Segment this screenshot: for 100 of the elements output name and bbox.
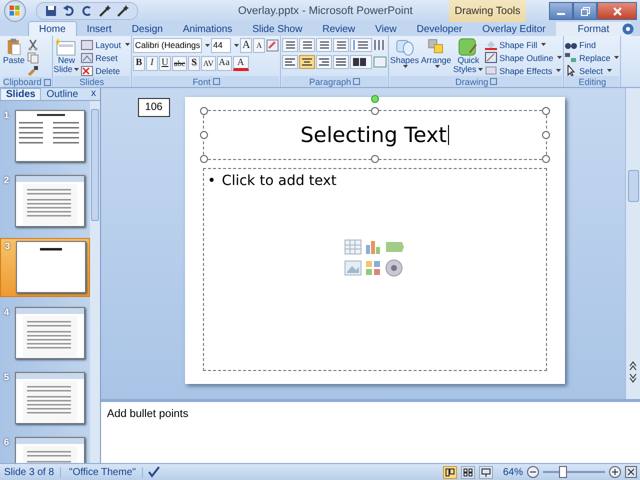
grow-font-button[interactable]: A — [240, 38, 252, 53]
caret-icon[interactable] — [541, 43, 546, 46]
cut-icon[interactable] — [26, 39, 39, 51]
font-style-button[interactable]: abc — [172, 56, 188, 71]
font-name-field[interactable]: Calibri (Headings — [132, 38, 202, 53]
slide-thumbnail[interactable] — [16, 241, 86, 293]
shape-fill-button[interactable]: Shape Fill — [485, 39, 562, 50]
resize-handle[interactable] — [542, 131, 550, 139]
caret-icon[interactable] — [556, 69, 562, 72]
resize-handle[interactable] — [200, 155, 208, 163]
slider-thumb[interactable] — [558, 466, 567, 478]
caret-icon[interactable] — [557, 56, 562, 59]
undo-icon[interactable] — [63, 5, 75, 17]
ribbon-tab[interactable]: View — [365, 22, 407, 36]
scrollbar-thumb[interactable] — [91, 109, 99, 221]
delete-button[interactable]: Delete — [81, 65, 130, 76]
ribbon-tab[interactable]: Home — [28, 21, 77, 36]
close-button[interactable] — [597, 2, 637, 20]
slide-thumbnail[interactable] — [15, 175, 85, 227]
save-icon[interactable] — [45, 5, 57, 17]
font-size-field[interactable]: 44 — [211, 38, 232, 53]
help-icon[interactable] — [622, 23, 634, 35]
resize-handle[interactable] — [542, 107, 550, 115]
list-icon[interactable] — [316, 38, 332, 52]
ribbon-tab[interactable]: Animations — [172, 22, 242, 36]
quick-styles-button[interactable]: Quick Styles — [453, 38, 484, 74]
clear-format-icon[interactable] — [266, 39, 280, 52]
list-icon[interactable] — [299, 38, 316, 52]
wand-icon[interactable] — [117, 5, 129, 17]
page-arrows-icon[interactable] — [629, 361, 637, 383]
font-style-button[interactable]: I — [146, 56, 158, 71]
zoom-out-icon[interactable] — [527, 466, 539, 478]
dialog-launcher-icon[interactable] — [212, 78, 220, 85]
reset-button[interactable]: Reset — [81, 52, 130, 63]
caret-icon[interactable] — [205, 44, 210, 47]
ribbon-tab[interactable]: Developer — [406, 22, 472, 36]
office-button[interactable] — [4, 0, 26, 22]
list-icon[interactable] — [282, 38, 298, 52]
font-style-button[interactable]: U — [158, 56, 171, 71]
new-slide-button[interactable]: New Slide — [54, 38, 80, 74]
shrink-font-button[interactable]: A — [253, 38, 266, 53]
slide-thumbnail[interactable] — [15, 307, 85, 359]
caret-icon[interactable] — [478, 68, 484, 71]
ribbon-tab[interactable]: Review — [312, 22, 366, 36]
brush-icon[interactable] — [26, 65, 39, 77]
view-button[interactable] — [442, 466, 457, 478]
shape-outline-button[interactable]: Shape Outline — [485, 52, 562, 63]
align-button[interactable] — [299, 55, 316, 69]
find-button[interactable]: Find — [565, 39, 620, 50]
change-case-button[interactable]: Aa — [216, 56, 232, 71]
view-button[interactable] — [460, 466, 475, 478]
dialog-launcher-icon[interactable] — [353, 78, 360, 85]
line-spacing-icon[interactable] — [350, 38, 372, 52]
dialog-launcher-icon[interactable] — [44, 78, 51, 86]
redo-icon[interactable] — [81, 5, 93, 17]
pane-tab[interactable]: Outline — [41, 89, 84, 100]
caret-icon[interactable] — [403, 65, 408, 68]
columns-icon[interactable] — [350, 55, 372, 69]
caret-icon[interactable] — [606, 69, 612, 72]
fit-window-icon[interactable] — [625, 466, 637, 478]
content-icons-drawing[interactable] — [344, 239, 406, 279]
slide-thumbnail[interactable] — [15, 372, 85, 424]
shapes-button[interactable]: Shapes — [390, 38, 420, 68]
scrollbar-thumb[interactable] — [628, 170, 639, 202]
scrollbar[interactable] — [90, 101, 100, 463]
content-placeholder[interactable]: • Click to add text — [202, 168, 547, 371]
minimize-button[interactable] — [549, 2, 573, 20]
dialog-launcher-icon[interactable] — [490, 78, 498, 85]
scrollbar[interactable] — [625, 88, 640, 399]
zoom-in-icon[interactable] — [609, 466, 621, 478]
restore-button[interactable] — [573, 2, 597, 20]
view-button[interactable] — [478, 466, 493, 478]
pane-tab[interactable]: Slides — [0, 88, 42, 100]
ribbon-tab[interactable]: Insert — [76, 22, 122, 36]
character-spacing-button[interactable]: AV — [201, 56, 216, 71]
notes-pane[interactable]: Add bullet points — [101, 399, 640, 463]
slide-thumbnail[interactable] — [15, 110, 85, 162]
spelling-icon[interactable] — [146, 466, 161, 478]
caret-icon[interactable] — [614, 56, 620, 59]
ribbon-tab[interactable]: Slide Show — [242, 22, 312, 36]
caret-icon[interactable] — [74, 68, 80, 71]
ribbon-tab[interactable]: Design — [122, 22, 173, 36]
caret-icon[interactable] — [234, 44, 240, 47]
ribbon-tab[interactable]: Format — [556, 22, 632, 36]
arrange-button[interactable]: Arrange — [421, 38, 452, 68]
resize-handle[interactable] — [370, 155, 379, 163]
list-icon[interactable] — [333, 38, 350, 52]
font-color-button[interactable]: A — [232, 56, 249, 71]
resize-handle[interactable] — [542, 155, 550, 163]
align-button[interactable] — [282, 55, 298, 69]
close-button[interactable]: x — [91, 88, 96, 99]
caret-icon[interactable] — [434, 65, 440, 68]
paste-button[interactable]: Paste — [3, 38, 25, 65]
layout-button[interactable]: Layout — [81, 39, 130, 50]
align-button[interactable] — [316, 55, 332, 69]
replace-button[interactable]: Replace — [565, 52, 620, 63]
caret-icon[interactable] — [124, 43, 130, 46]
font-style-button[interactable]: S — [188, 56, 200, 71]
resize-handle[interactable] — [370, 107, 379, 115]
resize-handle[interactable] — [200, 107, 208, 115]
